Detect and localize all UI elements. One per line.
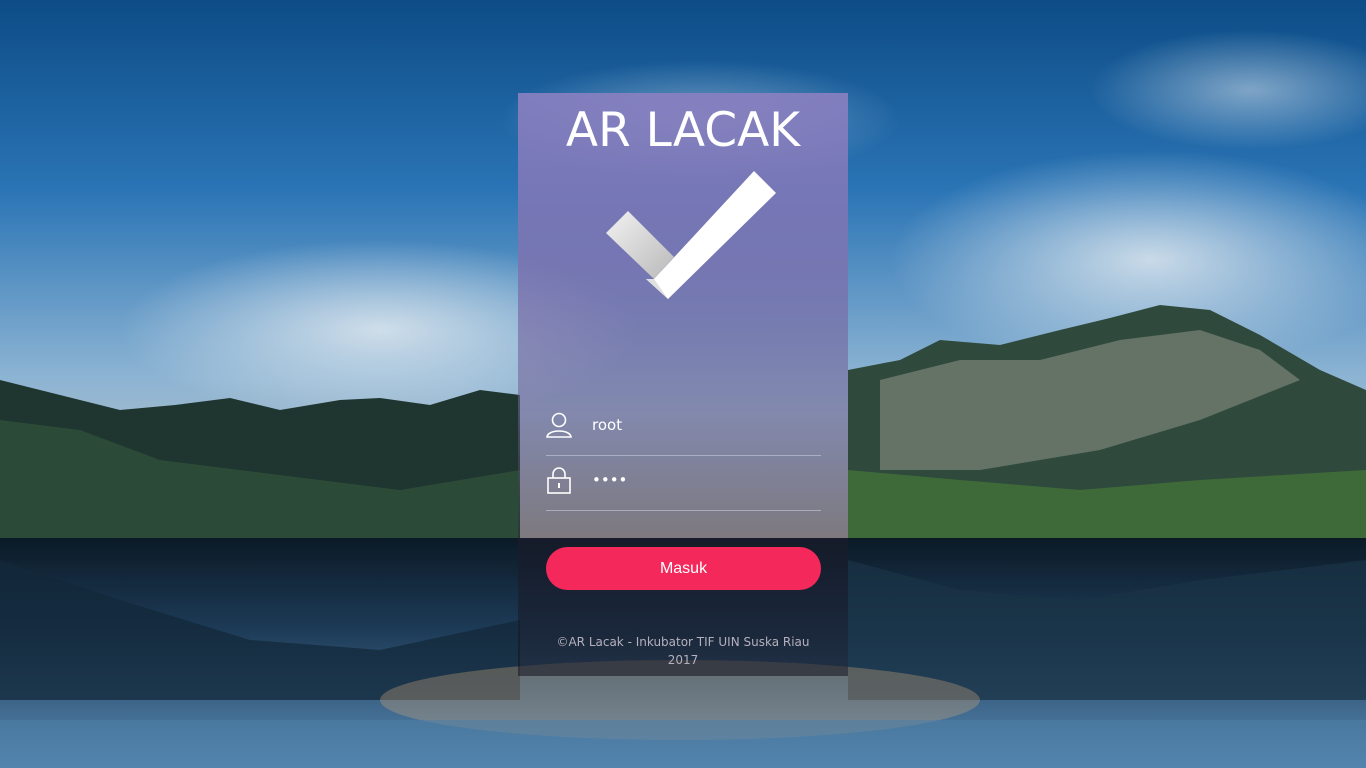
password-field <box>546 466 821 511</box>
login-card: AR LACAK Masuk ©AR Lacak - Inkubator TIF… <box>518 93 848 676</box>
footer-line-2: 2017 <box>667 653 699 667</box>
footer-copyright: ©AR Lacak - Inkubator TIF UIN Suska Riau… <box>518 633 848 669</box>
password-input[interactable] <box>592 466 817 494</box>
app-title: AR LACAK <box>565 103 801 158</box>
lock-icon <box>547 467 571 494</box>
login-button[interactable]: Masuk <box>546 547 821 590</box>
username-input[interactable] <box>592 411 817 439</box>
footer-line-1: ©AR Lacak - Inkubator TIF UIN Suska Riau <box>556 635 810 649</box>
user-icon <box>546 412 572 438</box>
username-field <box>546 411 821 456</box>
checkmark-icon <box>606 171 776 299</box>
